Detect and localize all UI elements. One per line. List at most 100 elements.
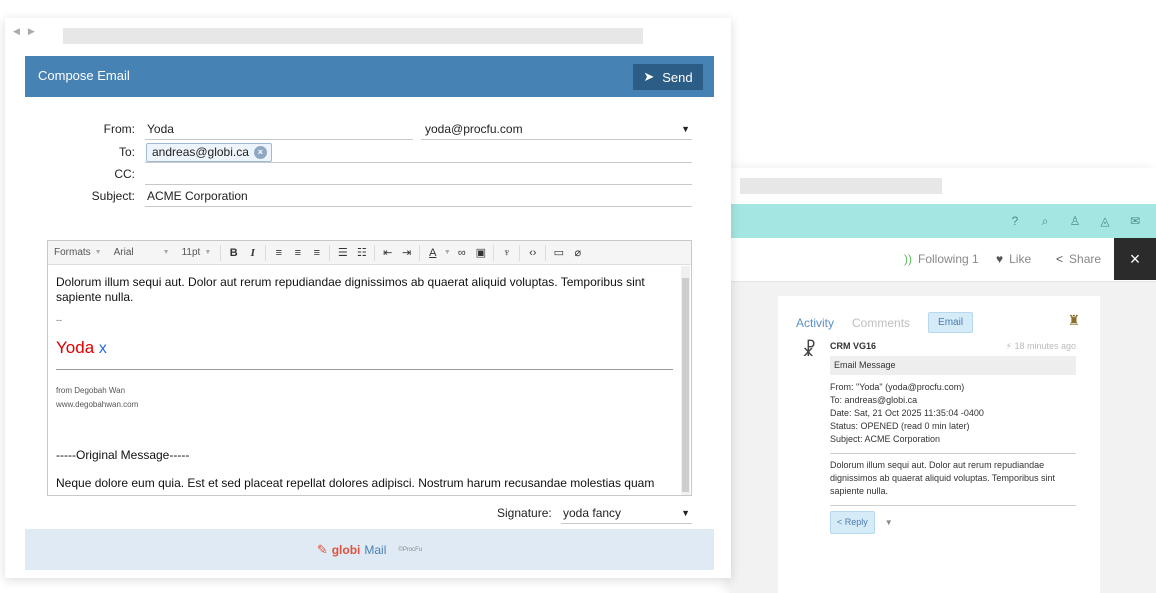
from-dropdown-icon[interactable]: ▼: [681, 118, 690, 140]
toolbar-separator: [545, 244, 547, 261]
signature-website: www.degobahwan.com: [56, 400, 139, 409]
following-label: Following 1: [918, 252, 979, 266]
editor-scrollbar[interactable]: [681, 266, 690, 495]
entry-source[interactable]: CRM VG16: [830, 340, 876, 353]
back-icon[interactable]: ◀: [13, 26, 20, 37]
entry-from: From: "Yoda" (yoda@procfu.com): [830, 382, 965, 392]
toolbar-separator: [493, 244, 495, 261]
font-size-dropdown[interactable]: 11pt ▼: [176, 247, 218, 258]
bullet-list-icon[interactable]: ☰: [333, 246, 352, 259]
scrollbar-thumb[interactable]: [682, 278, 689, 492]
indent-icon[interactable]: ⇥: [397, 246, 416, 259]
rss-icon: )): [904, 252, 912, 266]
send-button[interactable]: ➤ Send: [633, 64, 703, 90]
subject-row: Subject: ACME Corporation: [25, 185, 714, 207]
to-label: To:: [118, 145, 135, 159]
forward-icon[interactable]: ▶: [28, 26, 35, 37]
toolbar-separator: [265, 244, 267, 261]
link-icon[interactable]: ∞: [452, 247, 471, 259]
bold-icon[interactable]: B: [224, 247, 243, 259]
share-icon: <: [1056, 252, 1064, 266]
paper-plane-icon: ➤: [643, 69, 655, 84]
nav-arrows: ◀ ▶: [13, 26, 35, 37]
from-email-select[interactable]: yoda@procfu.com: [425, 118, 523, 140]
subject-label: Subject:: [91, 189, 135, 203]
rich-text-editor: Formats ▼ Arial ▼ 11pt ▼ B I ≡ ≡ ≡ ☰ ☷ ⇤…: [47, 240, 692, 496]
image-icon[interactable]: ▣: [471, 246, 490, 259]
signature-dropdown-icon[interactable]: ▼: [681, 502, 690, 524]
divider: [830, 453, 1076, 454]
activity-panel: Activity Comments Email ♜ ☧ CRM VG16 ⚡ 1…: [778, 296, 1100, 593]
heart-icon: ♥: [996, 252, 1004, 266]
user-icon[interactable]: ♙: [1060, 214, 1090, 228]
compose-window: ◀ ▶ Compose Email ➤ Send From: Yoda yoda…: [5, 18, 731, 578]
pen-icon: ✎: [316, 541, 328, 557]
toolbar-separator: [519, 244, 521, 261]
from-row: From: Yoda yoda@procfu.com ▼: [25, 118, 714, 140]
crm-topbar: ? ⌕ ♙ ◬ ✉: [730, 204, 1156, 238]
crm-window: ? ⌕ ♙ ◬ ✉ )) Following 1 ♥ Like < Share …: [730, 168, 1156, 593]
share-button[interactable]: < Share: [1056, 252, 1101, 266]
align-center-icon[interactable]: ≡: [288, 247, 307, 259]
microphone-icon[interactable]: ♆: [497, 247, 516, 259]
like-button[interactable]: ♥ Like: [996, 252, 1031, 266]
procfu-logo: ©ProcFu: [398, 546, 423, 553]
signature-row: Signature: yoda fancy ▼: [25, 502, 714, 524]
bell-icon[interactable]: ◬: [1090, 214, 1120, 228]
entry-status: Status: OPENED (read 0 min later): [830, 421, 970, 431]
signature-underline: [561, 523, 692, 524]
tab-comments[interactable]: Comments: [852, 316, 910, 330]
from-label: From:: [103, 122, 135, 136]
crm-action-bar: )) Following 1 ♥ Like < Share: [730, 238, 1156, 282]
entry-subject: Subject: ACME Corporation: [830, 434, 941, 444]
reply-dropdown-icon[interactable]: ▼: [885, 516, 893, 529]
numbered-list-icon[interactable]: ☷: [352, 246, 371, 259]
logo-globi-text: globi: [331, 542, 361, 557]
tab-email[interactable]: Email: [928, 312, 974, 333]
text-color-icon[interactable]: A: [423, 247, 442, 259]
like-label: Like: [1009, 252, 1032, 266]
italic-icon[interactable]: I: [243, 247, 262, 259]
signature-x: x: [98, 340, 107, 357]
to-row: To: andreas@globi.ca ×: [25, 141, 714, 163]
outdent-icon[interactable]: ⇤: [378, 246, 397, 259]
template-icon[interactable]: ▭: [549, 246, 568, 259]
cc-row: CC:: [25, 163, 714, 185]
formats-dropdown[interactable]: Formats ▼: [48, 247, 108, 258]
recipient-chip[interactable]: andreas@globi.ca ×: [146, 143, 272, 162]
crm-address-bar[interactable]: [740, 178, 942, 194]
cc-label: CC:: [114, 167, 135, 181]
person-icon: ☧: [802, 340, 817, 360]
source-code-icon[interactable]: ‹›: [523, 247, 542, 259]
compose-form: From: Yoda yoda@procfu.com ▼ To: andreas…: [25, 97, 714, 529]
attach-icon[interactable]: ⌀: [568, 246, 587, 259]
chat-icon[interactable]: ✉: [1120, 214, 1150, 228]
subject-field[interactable]: ACME Corporation: [147, 185, 248, 207]
reply-button[interactable]: < Reply: [830, 511, 875, 534]
signature-name: Yoda x: [56, 339, 673, 357]
entry-time-text: 18 minutes ago: [1014, 341, 1076, 351]
from-email-underline: [421, 139, 692, 140]
editor-content[interactable]: Dolorum illum sequi aut. Dolor aut rerum…: [48, 266, 681, 495]
entry-meta: From: "Yoda" (yoda@procfu.com) To: andre…: [830, 381, 1076, 446]
toolbar-separator: [419, 244, 421, 261]
compose-header: Compose Email ➤ Send: [25, 56, 714, 97]
address-bar[interactable]: [63, 28, 643, 44]
align-right-icon[interactable]: ≡: [307, 247, 326, 259]
help-icon[interactable]: ?: [1000, 214, 1030, 228]
chevron-down-icon: ▼: [162, 249, 170, 256]
close-button[interactable]: ×: [1114, 238, 1156, 280]
from-name-field[interactable]: Yoda: [147, 118, 174, 140]
search-icon[interactable]: ⌕: [1030, 214, 1060, 229]
remove-recipient-icon[interactable]: ×: [253, 146, 267, 159]
share-label: Share: [1069, 252, 1102, 266]
following-button[interactable]: )) Following 1: [904, 252, 979, 266]
signature-select[interactable]: yoda fancy: [563, 502, 621, 524]
tab-activity[interactable]: Activity: [796, 316, 834, 330]
chevron-down-icon[interactable]: ▼: [442, 249, 452, 256]
signature-label: Signature:: [497, 506, 552, 520]
logo-mail-text: Mail: [364, 542, 387, 557]
crm-body: Activity Comments Email ♜ ☧ CRM VG16 ⚡ 1…: [730, 282, 1156, 593]
align-left-icon[interactable]: ≡: [269, 247, 288, 259]
font-dropdown[interactable]: Arial ▼: [108, 247, 176, 258]
